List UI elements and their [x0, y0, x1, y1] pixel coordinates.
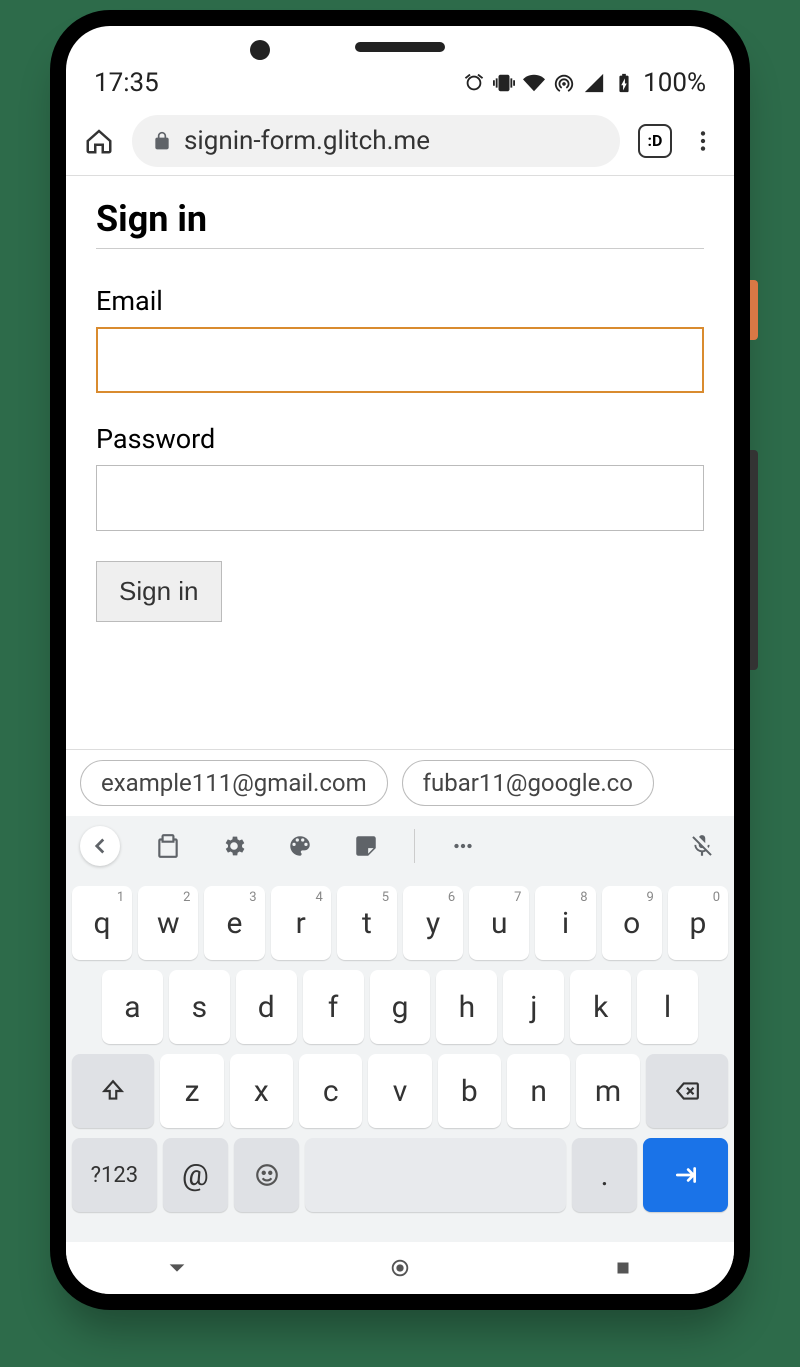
key-d[interactable]: d — [236, 970, 297, 1044]
key-k[interactable]: k — [570, 970, 631, 1044]
url-text: signin-form.glitch.me — [184, 126, 430, 156]
page-content: Sign in Email Password Sign in — [66, 176, 734, 749]
key-w[interactable]: 2w — [138, 886, 198, 960]
keyboard-toolbar — [66, 816, 734, 876]
key-v[interactable]: v — [368, 1054, 431, 1128]
url-bar[interactable]: signin-form.glitch.me — [132, 115, 620, 167]
key-p[interactable]: 0p — [668, 886, 728, 960]
palette-icon[interactable] — [282, 828, 318, 864]
period-key[interactable]: . — [572, 1138, 637, 1212]
key-y[interactable]: 6y — [403, 886, 463, 960]
enter-key[interactable] — [643, 1138, 728, 1212]
key-b[interactable]: b — [438, 1054, 501, 1128]
mic-off-icon[interactable] — [684, 828, 720, 864]
key-e[interactable]: 3e — [204, 886, 264, 960]
tabs-button[interactable]: :D — [638, 124, 672, 158]
key-z[interactable]: z — [160, 1054, 223, 1128]
key-n[interactable]: n — [507, 1054, 570, 1128]
nav-home-icon[interactable] — [389, 1257, 411, 1279]
autofill-suggestions: example111@gmail.com fubar11@google.co — [66, 749, 734, 816]
key-m[interactable]: m — [576, 1054, 639, 1128]
keyboard: 1q2w3e4r5t6y7u8i9o0p asdfghjkl zxcvbnm ?… — [66, 876, 734, 1242]
menu-icon[interactable] — [690, 128, 716, 154]
sticker-icon[interactable] — [348, 828, 384, 864]
status-bar: 17:35 100% — [66, 26, 734, 106]
key-f[interactable]: f — [303, 970, 364, 1044]
key-i[interactable]: 8i — [535, 886, 595, 960]
password-label: Password — [96, 423, 704, 455]
battery-percent: 100% — [643, 68, 706, 98]
lock-icon — [152, 131, 172, 151]
key-o[interactable]: 9o — [602, 886, 662, 960]
emoji-key[interactable] — [234, 1138, 299, 1212]
page-title: Sign in — [96, 198, 704, 249]
suggestion-chip[interactable]: example111@gmail.com — [80, 760, 388, 806]
signal-icon — [583, 72, 605, 94]
symbols-key[interactable]: ?123 — [72, 1138, 157, 1212]
email-label: Email — [96, 285, 704, 317]
signin-button[interactable]: Sign in — [96, 561, 222, 622]
status-time: 17:35 — [94, 68, 159, 98]
key-s[interactable]: s — [169, 970, 230, 1044]
suggestion-chip[interactable]: fubar11@google.co — [402, 760, 654, 806]
alarm-icon — [463, 72, 485, 94]
nav-back-icon[interactable] — [166, 1257, 188, 1279]
at-key[interactable]: @ — [163, 1138, 228, 1212]
key-l[interactable]: l — [637, 970, 698, 1044]
email-field[interactable] — [96, 327, 704, 393]
clipboard-icon[interactable] — [150, 828, 186, 864]
space-key[interactable] — [305, 1138, 566, 1212]
vibrate-icon — [493, 72, 515, 94]
hotspot-icon — [553, 72, 575, 94]
key-h[interactable]: h — [436, 970, 497, 1044]
gear-icon[interactable] — [216, 828, 252, 864]
backspace-key[interactable] — [646, 1054, 728, 1128]
key-r[interactable]: 4r — [271, 886, 331, 960]
home-icon[interactable] — [84, 126, 114, 156]
key-a[interactable]: a — [102, 970, 163, 1044]
more-icon[interactable] — [445, 828, 481, 864]
shift-key[interactable] — [72, 1054, 154, 1128]
browser-toolbar: signin-form.glitch.me :D — [66, 106, 734, 176]
wifi-icon — [523, 72, 545, 94]
key-x[interactable]: x — [230, 1054, 293, 1128]
key-j[interactable]: j — [503, 970, 564, 1044]
battery-icon — [613, 72, 635, 94]
key-t[interactable]: 5t — [337, 886, 397, 960]
nav-bar — [66, 1242, 734, 1294]
kb-back-icon[interactable] — [80, 826, 120, 866]
key-g[interactable]: g — [370, 970, 431, 1044]
nav-recent-icon[interactable] — [612, 1257, 634, 1279]
key-c[interactable]: c — [299, 1054, 362, 1128]
password-field[interactable] — [96, 465, 704, 531]
key-q[interactable]: 1q — [72, 886, 132, 960]
key-u[interactable]: 7u — [469, 886, 529, 960]
